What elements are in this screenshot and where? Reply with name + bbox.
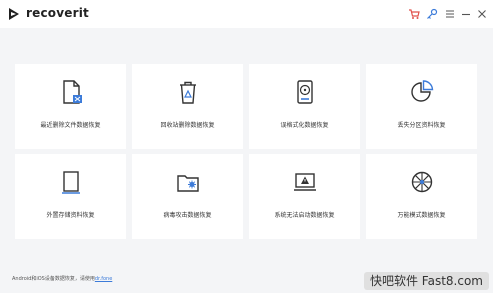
card-formatted-drive[interactable]: 误格式化数据恢复 [249,64,360,149]
watermark-en: Fast8.com [421,274,483,288]
card-label: 系统无法启动数据恢复 [274,212,335,219]
key-icon[interactable] [426,8,438,20]
card-recycle-bin[interactable]: 回收站删除数据恢复 [132,64,243,149]
card-external-storage[interactable]: 外置存储资料恢复 [15,154,126,239]
card-label: 丢失分区资料恢复 [397,122,446,129]
external-storage-icon [62,171,80,194]
minimize-icon[interactable] [460,8,472,20]
virus-folder-icon [177,175,199,192]
footer-note: Android和iOS设备数据恢复，请使用dr.fone [12,275,112,282]
close-icon[interactable] [476,8,488,20]
hard-drive-icon [297,80,313,104]
card-virus-attack[interactable]: 病毒攻击数据恢复 [132,154,243,239]
recoverit-logo-icon [9,8,19,20]
card-label: 外置存储资料恢复 [46,212,95,219]
card-lost-partition[interactable]: 丢失分区资料恢复 [366,64,477,149]
footer-text: Android和iOS设备数据恢复，请使用 [12,276,95,282]
card-recent-deleted-files[interactable]: 最近删除文件数据恢复 [15,64,126,149]
app-name: recoverit [26,6,89,20]
partition-icon [411,80,434,102]
card-label: 误格式化数据恢复 [280,122,329,129]
all-around-icon [411,171,433,193]
cart-icon[interactable] [408,8,420,20]
card-label: 回收站删除数据恢复 [160,122,215,129]
site-watermark: 快吧软件 Fast8.com [363,272,489,290]
menu-icon[interactable] [444,8,456,20]
card-label: 最近删除文件数据恢复 [40,122,101,129]
main-content: 最近删除文件数据恢复 回收站删除数据恢复 误格式化数据恢复 丢失分区资料恢复 外… [0,28,493,293]
system-crash-icon [294,173,316,191]
card-label: 病毒攻击数据恢复 [163,212,212,219]
card-system-crash[interactable]: 系统无法启动数据恢复 [249,154,360,239]
recent-file-icon [63,80,82,104]
watermark-cn: 快吧软件 [369,274,418,288]
drfone-link[interactable]: dr.fone [95,276,112,282]
card-label: 万能模式数据恢复 [397,212,446,219]
title-bar: recoverit [0,0,493,28]
card-all-around-mode[interactable]: 万能模式数据恢复 [366,154,477,239]
recycle-bin-icon [180,81,196,104]
